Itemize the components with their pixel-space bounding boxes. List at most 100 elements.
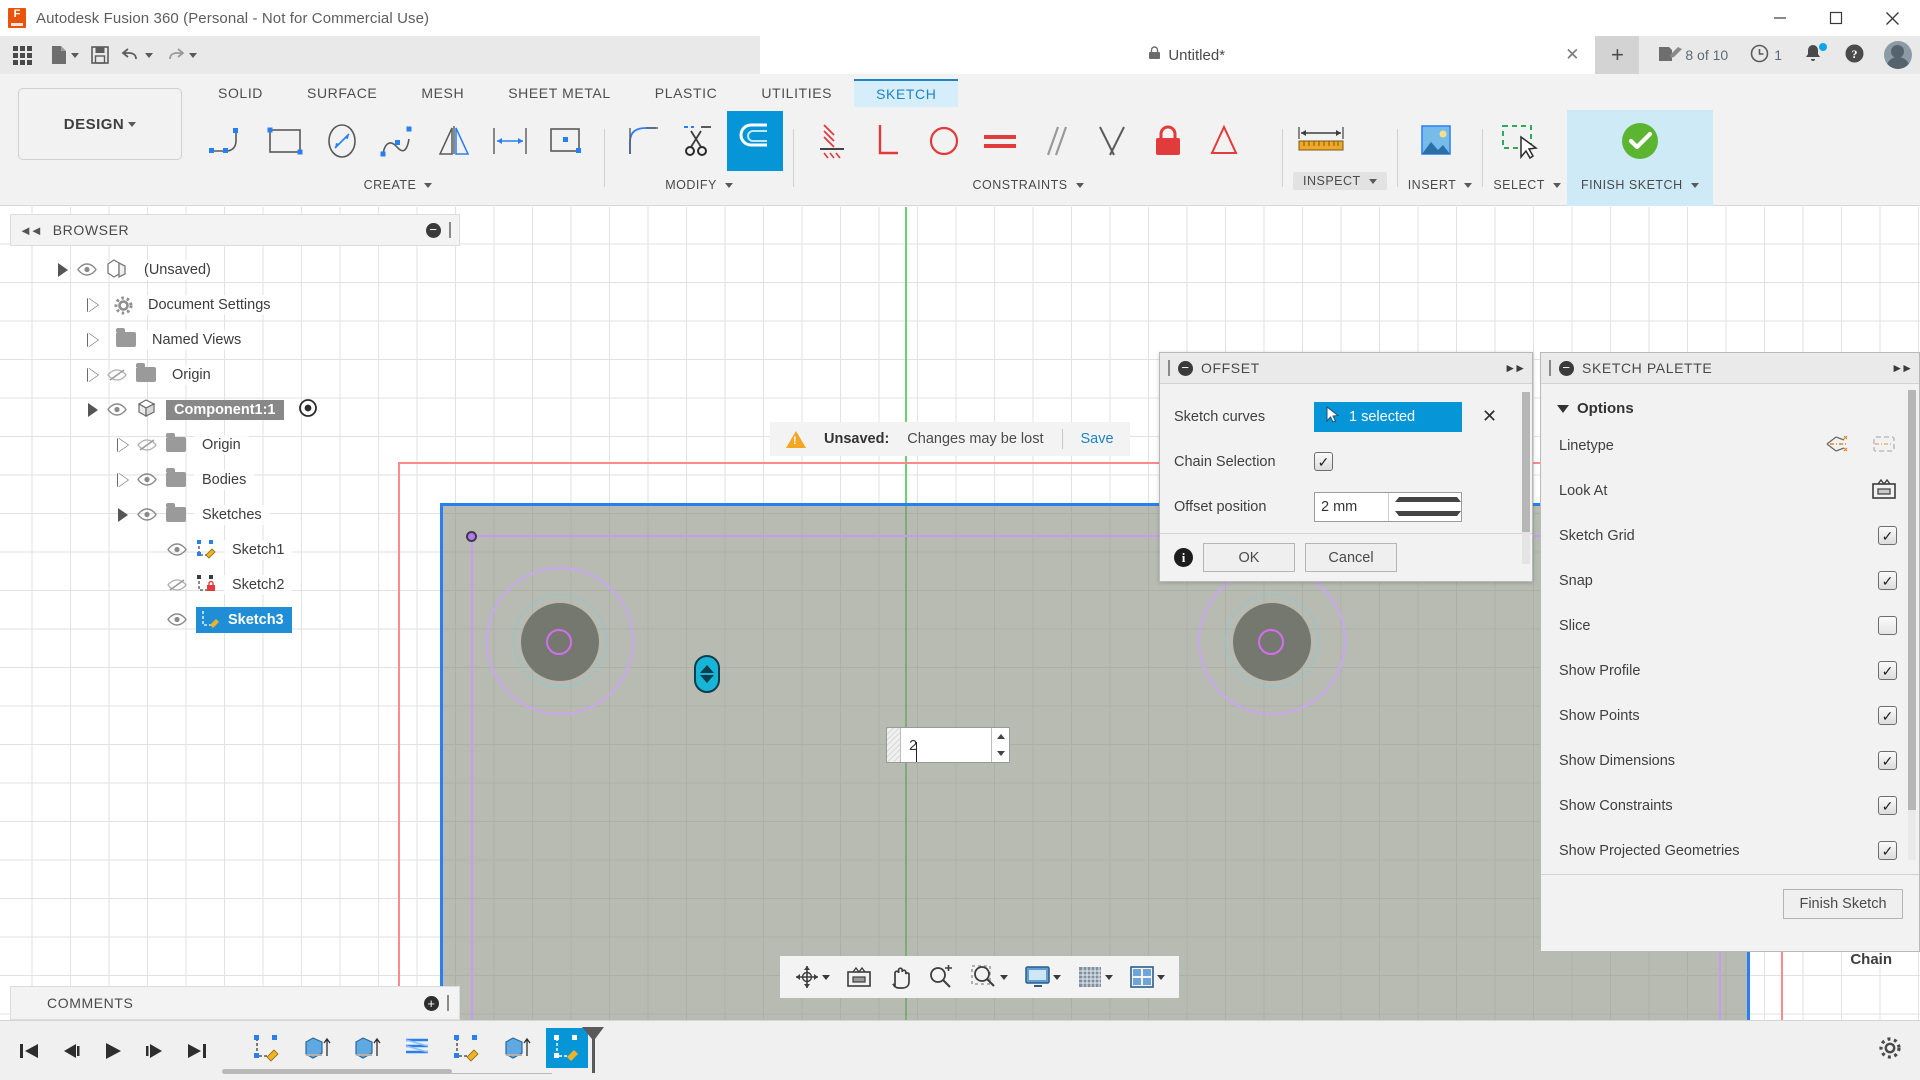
chain-selection-checkbox[interactable]: ✓ bbox=[1314, 452, 1333, 471]
finish-sketch-check-icon[interactable] bbox=[1612, 111, 1668, 171]
add-comment-icon[interactable]: + bbox=[424, 995, 439, 1011]
timeline-sketch-icon[interactable] bbox=[246, 1028, 288, 1068]
tree-item-sketches[interactable]: Sketches bbox=[10, 497, 460, 532]
expand-right-icon[interactable]: ►► bbox=[1891, 361, 1913, 375]
tab-solid[interactable]: SOLID bbox=[196, 80, 285, 106]
rectangle-icon[interactable] bbox=[258, 111, 314, 171]
offset-position-stepper[interactable] bbox=[1387, 492, 1461, 521]
tree-item-named-views[interactable]: Named Views bbox=[10, 322, 460, 357]
workspace-switcher-design[interactable]: DESIGN bbox=[18, 88, 182, 160]
panel-grip-icon[interactable] bbox=[449, 222, 451, 238]
eye-hidden-icon[interactable] bbox=[136, 437, 158, 453]
grid-snaps-icon[interactable] bbox=[1069, 956, 1121, 998]
rectangular-pattern-icon[interactable] bbox=[538, 111, 594, 171]
tree-item-unsaved[interactable]: (Unsaved) bbox=[10, 252, 460, 287]
show-profile-checkbox[interactable]: ✓ bbox=[1878, 661, 1897, 680]
fillet-icon[interactable] bbox=[615, 111, 671, 171]
maximize-button[interactable] bbox=[1808, 0, 1864, 36]
timeline-shell-icon[interactable] bbox=[396, 1028, 438, 1068]
eye-icon[interactable] bbox=[166, 612, 188, 628]
expand-right-icon[interactable]: ►► bbox=[1504, 361, 1526, 375]
orbit-icon[interactable] bbox=[786, 956, 838, 998]
app-grid-icon[interactable] bbox=[0, 36, 44, 74]
finish-sketch-button[interactable]: Finish Sketch bbox=[1783, 888, 1903, 919]
close-button[interactable] bbox=[1864, 0, 1920, 36]
minimize-button[interactable] bbox=[1752, 0, 1808, 36]
ribbon-group-inspect-label[interactable]: INSPECT bbox=[1293, 172, 1387, 190]
display-settings-icon[interactable] bbox=[1016, 956, 1069, 998]
coincident-constraint-icon[interactable] bbox=[804, 111, 860, 171]
pan-icon[interactable] bbox=[880, 956, 920, 998]
timeline-extrude-icon[interactable] bbox=[346, 1028, 388, 1068]
activate-component-radio[interactable] bbox=[298, 398, 318, 422]
redo-icon[interactable] bbox=[159, 36, 203, 74]
dimension-input-value[interactable]: 2 bbox=[901, 737, 991, 762]
expander-closed-icon[interactable] bbox=[88, 367, 98, 382]
eye-hidden-icon[interactable] bbox=[106, 367, 128, 383]
zoom-icon[interactable] bbox=[920, 956, 962, 998]
tab-surface[interactable]: SURFACE bbox=[285, 80, 399, 106]
expander-closed-icon[interactable] bbox=[88, 332, 98, 347]
insert-image-icon[interactable] bbox=[1408, 111, 1464, 171]
add-tab-button[interactable]: + bbox=[1595, 36, 1640, 74]
help-button[interactable]: ? bbox=[1833, 36, 1876, 74]
ribbon-group-constraints-label[interactable]: CONSTRAINTS bbox=[804, 172, 1252, 192]
dialog-grip-icon[interactable] bbox=[1549, 360, 1551, 376]
tree-item-component1[interactable]: Component1:1 bbox=[10, 392, 460, 427]
sketch-grid-checkbox[interactable]: ✓ bbox=[1878, 526, 1897, 545]
mirror-icon[interactable] bbox=[426, 111, 482, 171]
expander-open-icon[interactable] bbox=[88, 402, 98, 417]
notifications-button[interactable] bbox=[1793, 36, 1833, 74]
show-points-checkbox[interactable]: ✓ bbox=[1878, 706, 1897, 725]
perpendicular-constraint-icon[interactable] bbox=[860, 111, 916, 171]
panel-grip-icon[interactable] bbox=[447, 995, 449, 1011]
show-dimensions-checkbox[interactable]: ✓ bbox=[1878, 751, 1897, 770]
midpoint-constraint-icon[interactable] bbox=[1084, 111, 1140, 171]
eye-icon[interactable] bbox=[76, 262, 98, 278]
show-constraints-checkbox[interactable]: ✓ bbox=[1878, 796, 1897, 815]
step-forward-icon[interactable] bbox=[140, 1036, 170, 1066]
undo-icon[interactable] bbox=[115, 36, 159, 74]
tree-item-bodies[interactable]: Bodies bbox=[10, 462, 460, 497]
line-icon[interactable] bbox=[202, 111, 258, 171]
show-projected-geometries-checkbox[interactable]: ✓ bbox=[1878, 841, 1897, 860]
tree-item-document-settings[interactable]: Document Settings bbox=[10, 287, 460, 322]
dimension-stepper[interactable] bbox=[991, 728, 1009, 762]
close-document-tab-icon[interactable]: ✕ bbox=[1563, 45, 1581, 64]
avatar[interactable] bbox=[1884, 41, 1912, 69]
ok-button[interactable]: OK bbox=[1203, 543, 1295, 572]
dialog-scrollbar[interactable] bbox=[1522, 392, 1530, 564]
slice-checkbox[interactable] bbox=[1878, 616, 1897, 635]
options-section-header[interactable]: Options bbox=[1541, 390, 1919, 423]
save-link[interactable]: Save bbox=[1081, 431, 1114, 447]
spline-icon[interactable] bbox=[370, 111, 426, 171]
linetype-centerline-icon[interactable] bbox=[1871, 433, 1897, 459]
select-arrow-icon[interactable] bbox=[1493, 111, 1549, 171]
tangent-constraint-icon[interactable] bbox=[916, 111, 972, 171]
history-indicator[interactable]: 1 bbox=[1739, 36, 1793, 74]
expander-open-icon[interactable] bbox=[58, 262, 68, 277]
go-to-beginning-icon[interactable] bbox=[14, 1036, 44, 1066]
eye-icon[interactable] bbox=[106, 402, 128, 418]
ribbon-group-finish-sketch-label[interactable]: FINISH SKETCH bbox=[1581, 172, 1699, 192]
parallel-constraint-icon[interactable] bbox=[1028, 111, 1084, 171]
eye-icon[interactable] bbox=[166, 542, 188, 558]
timeline-extrude-icon[interactable] bbox=[496, 1028, 538, 1068]
ribbon-group-create-label[interactable]: CREATE bbox=[202, 172, 594, 192]
step-back-icon[interactable] bbox=[56, 1036, 86, 1066]
info-icon[interactable]: i bbox=[1174, 548, 1193, 567]
tab-mesh[interactable]: MESH bbox=[399, 80, 486, 106]
eye-icon[interactable] bbox=[136, 507, 158, 523]
look-at-icon[interactable] bbox=[1871, 478, 1897, 504]
timeline-scrollbar[interactable] bbox=[222, 1069, 452, 1074]
ribbon-group-select-label[interactable]: SELECT bbox=[1493, 172, 1561, 192]
offset-drag-handle-icon[interactable] bbox=[694, 655, 720, 693]
new-document-icon[interactable] bbox=[44, 36, 85, 74]
dimension-icon[interactable] bbox=[482, 111, 538, 171]
offset-position-input[interactable]: 2 mm bbox=[1314, 491, 1462, 522]
tree-item-sketch2[interactable]: Sketch2 bbox=[10, 567, 460, 602]
timeline-sketch-icon[interactable] bbox=[446, 1028, 488, 1068]
snap-checkbox[interactable]: ✓ bbox=[1878, 571, 1897, 590]
job-status-indicator[interactable]: 8 of 10 bbox=[1647, 36, 1739, 74]
ribbon-group-finish-sketch[interactable]: FINISH SKETCH bbox=[1566, 110, 1713, 206]
